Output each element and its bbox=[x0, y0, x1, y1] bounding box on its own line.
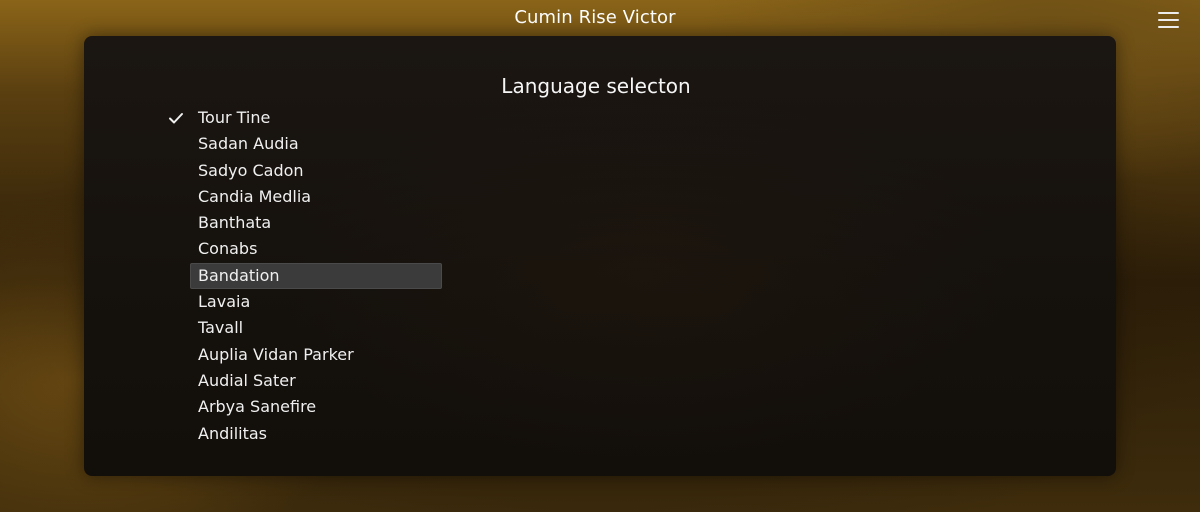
language-option-label: Bandation bbox=[198, 265, 280, 285]
language-option-label: Candia Medlia bbox=[198, 186, 312, 206]
language-option[interactable]: Andilitas bbox=[190, 421, 442, 447]
language-option[interactable]: Arbya Sanefire bbox=[190, 394, 442, 420]
language-option-highlighted[interactable]: Bandation bbox=[190, 262, 442, 290]
language-option[interactable]: Tavall bbox=[190, 315, 442, 341]
language-option-label: Audial Sater bbox=[198, 370, 296, 390]
language-option[interactable]: Audial Sater bbox=[190, 368, 442, 394]
language-option-label: Tour Tine bbox=[198, 108, 271, 127]
language-option[interactable]: Lavaia bbox=[190, 289, 442, 315]
language-option[interactable]: Sadan Audia bbox=[190, 131, 442, 157]
language-list: Tour Tine Sadan Audia Sadyo Cadon Candia… bbox=[169, 105, 442, 447]
language-option-label: Andilitas bbox=[198, 423, 267, 443]
top-bar: Cumin Rise Victor bbox=[0, 0, 1200, 36]
language-option-label: Sadyo Cadon bbox=[198, 160, 304, 180]
panel-title: Language selecton bbox=[501, 74, 691, 98]
hamburger-menu-icon[interactable] bbox=[1158, 12, 1180, 30]
language-option-label: Sadan Audia bbox=[198, 134, 299, 154]
language-option-label: Banthata bbox=[198, 213, 272, 233]
window-title: Cumin Rise Victor bbox=[514, 7, 676, 28]
language-option-label: Auplia Vidan Parker bbox=[198, 344, 354, 364]
language-option[interactable]: Conabs bbox=[190, 236, 442, 262]
language-option[interactable]: Auplia Vidan Parker bbox=[190, 342, 442, 368]
language-option[interactable]: Banthata bbox=[190, 210, 442, 236]
language-option[interactable]: Sadyo Cadon bbox=[190, 158, 442, 184]
language-option-label: Conabs bbox=[198, 239, 258, 259]
language-selection-panel: Language selecton Tour Tine Sadan Audia … bbox=[84, 36, 1116, 476]
language-option-label: Lavaia bbox=[198, 292, 251, 312]
language-option[interactable]: Candia Medlia bbox=[190, 184, 442, 210]
language-option-label: Arbya Sanefire bbox=[198, 397, 317, 417]
language-option-label: Tavall bbox=[198, 318, 244, 338]
checkmark-icon bbox=[169, 113, 183, 124]
language-option[interactable]: Tour Tine bbox=[169, 105, 442, 131]
